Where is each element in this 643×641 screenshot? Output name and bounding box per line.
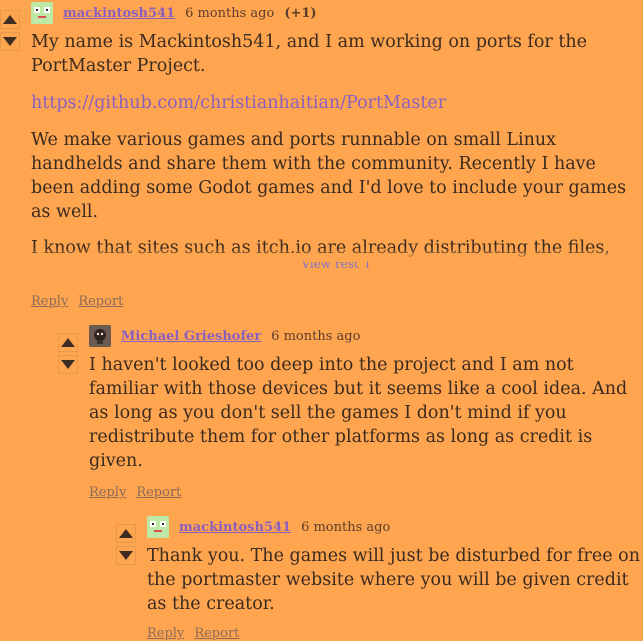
comment-meta: mackintosh541 6 months ago (+1)	[31, 0, 643, 26]
comment-body: My name is Mackintosh541, and I am worki…	[31, 30, 643, 276]
comment-body: Thank you. The games will just be distur…	[147, 544, 643, 616]
timestamp: 6 months ago	[271, 328, 361, 344]
timestamp: 6 months ago	[301, 519, 391, 535]
comment-meta: Michael Grieshofer 6 months ago	[89, 323, 643, 349]
triangle-down-icon	[3, 37, 17, 46]
comment-actions: Reply Report	[31, 294, 643, 309]
downvote-button[interactable]	[116, 546, 136, 565]
comment-paragraph: My name is Mackintosh541, and I am worki…	[31, 32, 588, 76]
comment-michael-grieshofer: Michael Grieshofer 6 months ago I haven'…	[58, 323, 643, 641]
triangle-up-icon	[61, 338, 75, 347]
reply-link[interactable]: Reply	[89, 485, 126, 500]
reply-link[interactable]: Reply	[31, 294, 68, 309]
comment-mackintosh541-root: mackintosh541 6 months ago (+1) My name …	[0, 0, 643, 641]
username-link[interactable]: mackintosh541	[179, 520, 291, 535]
comment-paragraph: I haven't looked too deep into the proje…	[89, 355, 628, 471]
comment-actions: Reply Report	[147, 626, 643, 641]
triangle-up-icon	[3, 15, 17, 24]
comment-mackintosh541-reply: mackintosh541 6 months ago Thank you. Th…	[116, 514, 643, 641]
triangle-down-icon	[119, 551, 133, 560]
report-link[interactable]: Report	[78, 294, 123, 309]
frog-avatar-icon	[31, 2, 53, 24]
character-avatar-icon	[89, 325, 111, 347]
timestamp: 6 months ago	[185, 5, 275, 21]
comment-body: I haven't looked too deep into the proje…	[89, 353, 643, 473]
report-link[interactable]: Report	[136, 485, 181, 500]
comment-paragraph: Thank you. The games will just be distur…	[147, 546, 640, 614]
vote-controls	[116, 524, 138, 568]
avatar[interactable]	[31, 2, 53, 24]
triangle-up-icon	[119, 529, 133, 538]
reply-link[interactable]: Reply	[147, 626, 184, 641]
avatar[interactable]	[89, 325, 111, 347]
report-link[interactable]: Report	[194, 626, 239, 641]
upvote-button[interactable]	[116, 524, 136, 543]
upvote-button[interactable]	[58, 333, 78, 352]
comment-actions: Reply Report	[89, 485, 643, 500]
github-link[interactable]: https://github.com/christianhaitian/Port…	[31, 93, 446, 113]
avatar[interactable]	[147, 516, 169, 538]
upvote-button[interactable]	[0, 10, 20, 29]
username-link[interactable]: Michael Grieshofer	[121, 329, 261, 344]
downvote-button[interactable]	[0, 32, 20, 51]
username-link[interactable]: mackintosh541	[63, 6, 175, 21]
comment-thread: mackintosh541 6 months ago (+1) My name …	[0, 0, 643, 641]
vote-controls	[58, 333, 80, 377]
triangle-down-icon	[61, 360, 75, 369]
truncated-paragraph: I know that sites such as itch.io are al…	[31, 236, 643, 262]
frog-avatar-icon	[147, 516, 169, 538]
score: (+1)	[284, 5, 317, 21]
downvote-button[interactable]	[58, 355, 78, 374]
vote-controls	[0, 10, 22, 54]
comment-meta: mackintosh541 6 months ago	[147, 514, 643, 540]
comment-paragraph: We make various games and ports runnable…	[31, 130, 627, 222]
fade-overlay	[31, 248, 643, 262]
